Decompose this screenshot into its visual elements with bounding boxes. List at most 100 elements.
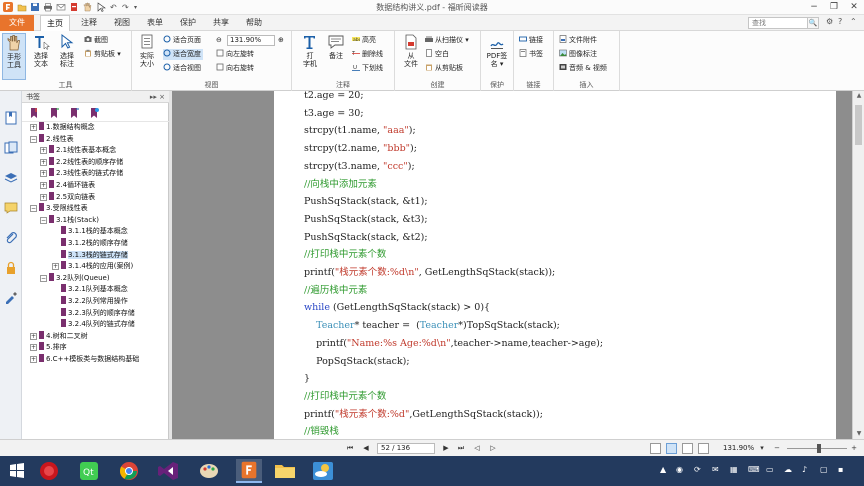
zoom-in-status-icon[interactable]: +	[849, 443, 859, 453]
from-scanner-button[interactable]: 从扫描仪 ▾	[425, 35, 469, 46]
bookmark-item[interactable]: +6.C++模板类与数据结构基础	[30, 354, 139, 365]
typewriter-button[interactable]: 打 字机	[298, 33, 322, 68]
collapse-toggle-icon[interactable]: −	[40, 216, 47, 224]
expand-toggle-icon[interactable]: +	[40, 170, 47, 178]
bookmark-button[interactable]: 书签	[519, 49, 543, 60]
collapse-toggle-icon[interactable]: −	[30, 205, 37, 213]
expand-toggle-icon[interactable]: +	[30, 344, 37, 352]
single-page-view-icon[interactable]	[650, 443, 661, 454]
bookmark-delete-icon[interactable]	[88, 107, 100, 119]
zoom-slider-thumb[interactable]	[817, 444, 821, 453]
tab-home[interactable]: 主页	[40, 15, 70, 32]
file-attachment-button[interactable]: 文件附件	[559, 35, 597, 46]
hand-tool-button[interactable]: 手形 工具	[2, 33, 26, 80]
expand-toggle-icon[interactable]: +	[40, 147, 47, 155]
bookmark-expand-icon[interactable]	[48, 107, 60, 119]
tray-keyboard-icon[interactable]: ⌨	[748, 465, 760, 474]
bookmark-item[interactable]: +2.5双向链表	[40, 191, 95, 203]
bookmark-item[interactable]: +4.树和二叉树	[30, 330, 88, 342]
audio-video-button[interactable]: 音频 & 视频	[559, 63, 607, 74]
rotate-right-button[interactable]: 向右旋转	[216, 63, 254, 74]
bookmark-item[interactable]: − 2.线性表	[30, 133, 74, 145]
tray-cloud-icon[interactable]: ☁	[784, 465, 792, 474]
expand-toggle-icon[interactable]: +	[30, 332, 37, 340]
security-lock-icon[interactable]	[4, 261, 18, 275]
expand-toggle-icon[interactable]: +	[40, 193, 47, 201]
foxit-reader-taskbar-icon[interactable]	[236, 459, 262, 483]
tab-protect[interactable]: 保护	[175, 15, 201, 31]
actual-size-button[interactable]: 实际 大小	[135, 33, 159, 68]
visual-studio-icon[interactable]	[156, 459, 182, 483]
from-clipboard-button[interactable]: 从剪贴板	[425, 63, 463, 74]
tray-sync-icon[interactable]: ⟳	[694, 465, 701, 474]
previous-page-icon[interactable]: ◀	[361, 443, 371, 453]
bookmark-item[interactable]: +2.4循环链表	[40, 180, 95, 191]
fit-width-button[interactable]: 适合宽度	[163, 49, 203, 60]
settings-gear-icon[interactable]: ⚙	[826, 17, 833, 26]
bookmark-item[interactable]: 3.2.4队列的链式存储	[52, 319, 135, 330]
tab-view[interactable]: 视图	[109, 15, 135, 31]
bookmark-item[interactable]: 3.1.1栈的基本概念	[52, 226, 128, 237]
bookmark-item[interactable]: +2.1线性表基本概念	[40, 145, 116, 156]
highlight-button[interactable]: abc 高亮	[352, 35, 376, 46]
paint-icon[interactable]	[196, 459, 222, 483]
bookmark-item[interactable]: − 3.2队列(Queue)	[40, 272, 110, 284]
zoom-out-status-icon[interactable]: −	[772, 443, 782, 453]
tray-monitor-icon[interactable]: ▭	[766, 465, 774, 474]
comments-panel-icon[interactable]	[4, 201, 18, 215]
tray-ime-icon[interactable]: ▪	[838, 465, 843, 474]
bookmark-item[interactable]: − 3.1栈(Stack)	[40, 214, 99, 226]
bookmark-item[interactable]: 3.2.3队列的顺序存储	[52, 307, 135, 319]
tab-form[interactable]: 表单	[142, 15, 168, 31]
bookmark-add-icon[interactable]	[28, 107, 40, 119]
tray-app-icon[interactable]: ◉	[676, 465, 683, 474]
weather-app-icon[interactable]	[310, 459, 336, 483]
bookmark-item[interactable]: 3.2.2队列常用操作	[52, 296, 128, 307]
from-file-button[interactable]: 从 文件	[399, 33, 423, 68]
rotate-left-button[interactable]: 向左旋转	[216, 49, 254, 60]
record-app-icon[interactable]	[36, 459, 62, 483]
note-button[interactable]: 备注	[324, 33, 348, 60]
bookmark-item[interactable]: +1.数据结构概念	[30, 122, 95, 133]
zoom-out-icon[interactable]: ⊖	[216, 35, 222, 46]
expand-toggle-icon[interactable]: +	[52, 263, 59, 271]
image-annotation-button[interactable]: 图像标注	[559, 49, 597, 60]
restore-button[interactable]: ❐	[824, 0, 844, 15]
expand-toggle-icon[interactable]: +	[30, 124, 37, 131]
bookmark-item[interactable]: 3.2.1队列基本概念	[52, 284, 128, 295]
close-button[interactable]: ✕	[844, 0, 864, 15]
tray-notification-icon[interactable]: ▢	[820, 465, 828, 474]
scroll-down-icon[interactable]: ▼	[853, 429, 864, 439]
zoom-select[interactable]: 131.90%	[227, 35, 275, 46]
chrome-icon[interactable]	[116, 459, 142, 483]
continuous-view-icon[interactable]	[666, 443, 677, 454]
attachments-panel-icon[interactable]	[4, 231, 18, 245]
help-icon[interactable]: ?	[838, 17, 842, 26]
search-input[interactable]: 查找	[748, 17, 808, 29]
clipboard-button[interactable]: 剪贴板 ▾	[84, 49, 121, 60]
expand-toggle-icon[interactable]: +	[40, 158, 47, 166]
fit-page-button[interactable]: 适合页面	[163, 35, 201, 46]
tray-volume-icon[interactable]: ♪	[802, 465, 807, 474]
underline-button[interactable]: U 下划线	[352, 63, 383, 74]
zoom-in-icon[interactable]: ⊕	[278, 35, 284, 46]
minimize-button[interactable]: −	[804, 0, 824, 15]
facing-view-icon[interactable]	[682, 443, 693, 454]
vertical-scrollbar[interactable]: ▲ ▼	[852, 91, 864, 439]
bookmark-item[interactable]: 3.1.2栈的顺序存储	[52, 238, 128, 249]
snapshot-button[interactable]: 截图	[84, 35, 108, 46]
windows-start-icon[interactable]	[4, 459, 30, 483]
last-page-icon[interactable]: ⏭	[456, 443, 466, 453]
bookmarks-panel-icon[interactable]	[4, 111, 18, 125]
pdf-sign-button[interactable]: PDF签 名 ▾	[485, 33, 509, 68]
expand-toggle-icon[interactable]: +	[40, 182, 47, 189]
next-page-icon[interactable]: ▶	[441, 443, 451, 453]
zoom-dropdown-icon[interactable]: ▾	[757, 443, 767, 453]
search-button[interactable]: 🔍	[808, 17, 819, 29]
page-number-input[interactable]: 52 / 136	[377, 443, 435, 454]
tab-share[interactable]: 共享	[208, 15, 234, 31]
bookmark-item[interactable]: +5.排序	[30, 342, 67, 353]
file-tab[interactable]: 文件	[0, 15, 34, 31]
scroll-up-icon[interactable]: ▲	[853, 91, 864, 101]
select-text-button[interactable]: 选择 文本	[29, 33, 53, 68]
